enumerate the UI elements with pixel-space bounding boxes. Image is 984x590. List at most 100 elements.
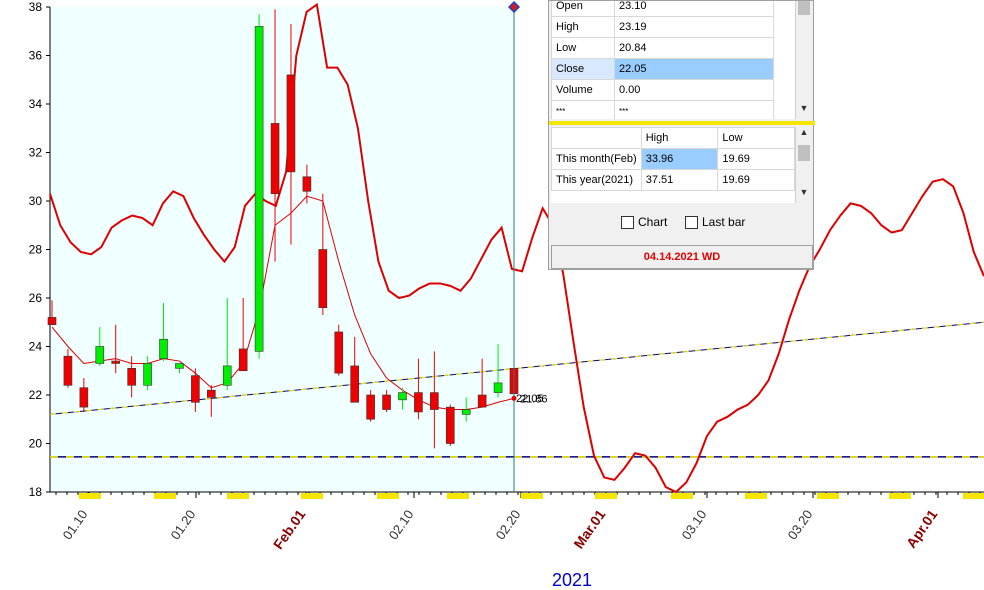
- range-header-high: High: [640, 127, 719, 149]
- weekend-marker: [154, 493, 176, 499]
- candle-body: [222, 365, 232, 386]
- candle-body: [366, 394, 375, 420]
- scroll-thumb[interactable]: [798, 145, 810, 161]
- weekend-marker: [79, 493, 101, 499]
- range-high: 33.96: [640, 148, 719, 170]
- checkbox-icon[interactable]: [685, 215, 698, 229]
- candle-body: [286, 74, 296, 173]
- scroll-down-icon[interactable]: ▼: [796, 103, 812, 113]
- y-tick-label: 34: [29, 97, 43, 111]
- y-tick-label: 22: [29, 388, 43, 402]
- candle-body: [334, 331, 344, 374]
- range-label: This year(2021): [551, 169, 642, 191]
- candle-body: [382, 394, 391, 410]
- y-tick-label: 20: [29, 437, 43, 451]
- chart-checkbox-label: Chart: [638, 215, 668, 229]
- range-low: 19.69: [717, 148, 795, 170]
- candle-body: [302, 176, 312, 192]
- weekend-marker: [889, 493, 911, 499]
- quote-label: Volume: [551, 79, 615, 101]
- quote-value: ***: [614, 100, 774, 119]
- candle-body: [63, 355, 73, 386]
- range-header-row: High Low: [551, 127, 795, 149]
- candle-body: [430, 392, 439, 410]
- candle-body: [111, 360, 121, 364]
- y-tick-label: 26: [29, 291, 43, 305]
- scroll-down-icon[interactable]: ▼: [796, 187, 812, 197]
- quote-label: Low: [551, 37, 615, 59]
- quote-info-panel: Open 23.10 High 23.19 Low 20.84 Close 22.05 …: [548, 0, 815, 270]
- candle-body: [238, 348, 248, 372]
- candle-body: [143, 363, 152, 386]
- quote-scrollbar[interactable]: ▼: [795, 1, 812, 119]
- history-shade: [50, 7, 514, 492]
- quote-row-low: Low 20.84: [551, 37, 774, 59]
- x-tick-label: Apr.01: [903, 506, 941, 550]
- y-tick-label: 18: [29, 485, 43, 499]
- candle-body: [207, 389, 216, 398]
- quote-label: High: [551, 16, 615, 38]
- weekend-marker: [301, 493, 323, 499]
- weekend-marker: [447, 493, 469, 499]
- quote-label: Close: [551, 58, 615, 80]
- range-high: 37.51: [640, 169, 719, 191]
- candle-body: [127, 368, 136, 386]
- candle-body: [95, 346, 105, 364]
- weekend-marker: [521, 493, 543, 499]
- candle-body: [493, 382, 503, 393]
- quote-value: 23.19: [614, 16, 774, 38]
- y-tick-label: 38: [29, 0, 43, 14]
- weekend-marker: [227, 493, 249, 499]
- y-tick-label: 32: [29, 146, 43, 160]
- weekend-marker: [963, 493, 984, 499]
- range-row-year: This year(2021) 37.51 19.69: [551, 169, 795, 191]
- x-tick-label: 03.20: [785, 507, 816, 542]
- last-ma-label: 21.86: [520, 393, 548, 405]
- x-axis-year-label: 2021: [552, 570, 592, 590]
- quote-row-volume: Volume 0.00: [551, 79, 774, 101]
- x-tick-label: Mar.01: [570, 506, 608, 551]
- x-tick-label: 02.10: [386, 507, 417, 542]
- candle-body: [175, 363, 184, 369]
- scroll-thumb[interactable]: [798, 1, 810, 15]
- candle-body: [461, 409, 471, 415]
- candle-body: [254, 26, 264, 352]
- quote-row-open: Open 23.10: [551, 1, 774, 17]
- range-header-low: Low: [717, 127, 795, 149]
- candle-body: [477, 394, 487, 408]
- weekend-marker: [671, 493, 693, 499]
- range-low: 19.69: [717, 169, 795, 191]
- x-tick-label: 03.10: [679, 507, 710, 542]
- quote-grid: Open 23.10 High 23.19 Low 20.84 Close 22.05 …: [551, 1, 797, 119]
- quote-row-more: *** ***: [551, 100, 774, 119]
- quote-value: 20.84: [614, 37, 774, 59]
- candle-body: [398, 392, 407, 401]
- candle-body: [159, 338, 168, 359]
- weekend-marker: [595, 493, 617, 499]
- x-tick-label: 01.20: [168, 507, 199, 542]
- x-tick-label: 01.10: [60, 507, 91, 542]
- weekend-marker: [817, 493, 839, 499]
- candle-body: [79, 387, 89, 408]
- last-bar-checkbox[interactable]: Last bar: [685, 215, 745, 229]
- candle-body: [414, 392, 423, 413]
- quote-label: ***: [551, 100, 615, 119]
- candle-body: [445, 406, 455, 444]
- candle-body: [350, 365, 359, 403]
- quote-value: 22.05: [614, 58, 774, 80]
- range-scrollbar[interactable]: ▲ ▼: [795, 127, 812, 203]
- weekend-marker: [745, 493, 767, 499]
- chart-checkbox[interactable]: Chart: [621, 215, 667, 229]
- candlestick-chart[interactable]: 18 20 22 24 26 28 30 32 34 36 38 01.10 01.20 Feb.01 02…: [0, 0, 984, 590]
- range-row-month: This month(Feb) 33.96 19.69: [551, 148, 795, 170]
- y-tick-label: 28: [29, 243, 43, 257]
- range-label: This month(Feb): [551, 148, 642, 170]
- y-tick-label: 30: [29, 194, 43, 208]
- quote-value: 23.10: [614, 1, 774, 17]
- quote-row-close: Close 22.05: [551, 58, 774, 80]
- checkbox-icon[interactable]: [621, 215, 634, 229]
- quote-value: 0.00: [614, 79, 774, 101]
- scroll-up-icon[interactable]: ▲: [796, 127, 812, 137]
- quote-row-high: High 23.19: [551, 16, 774, 38]
- splitter-bar[interactable]: [549, 121, 815, 125]
